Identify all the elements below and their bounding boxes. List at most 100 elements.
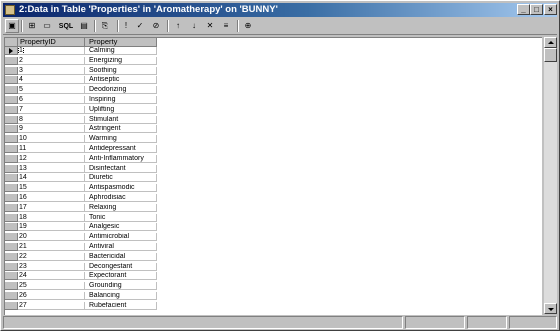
table-row[interactable]: 23 Decongestant xyxy=(5,262,157,271)
row-selector[interactable] xyxy=(5,282,18,291)
cell-property[interactable]: Antidepressant xyxy=(85,145,157,153)
remove-filter-button[interactable]: ⊘ xyxy=(149,19,163,33)
table-row[interactable]: 12 Anti-Inflammatory xyxy=(5,154,157,163)
diagram-pane-button[interactable]: ▤ xyxy=(77,19,91,33)
cell-propertyid[interactable]: 17 xyxy=(18,203,85,212)
sql-pane-button[interactable]: SQL xyxy=(56,19,76,33)
vertical-scrollbar[interactable] xyxy=(544,37,557,314)
row-selector[interactable] xyxy=(5,96,18,104)
table-row[interactable]: 2 Energizing xyxy=(5,56,157,65)
row-selector[interactable] xyxy=(5,301,18,310)
column-header-property[interactable]: Property xyxy=(85,38,157,47)
row-selector[interactable] xyxy=(5,184,18,193)
row-selector[interactable] xyxy=(5,125,18,134)
cell-property[interactable]: Antiseptic xyxy=(85,76,157,85)
row-selector[interactable] xyxy=(5,292,18,300)
cell-propertyid[interactable]: 15 xyxy=(18,184,85,193)
table-row[interactable]: 1 Calming xyxy=(5,47,157,55)
cell-propertyid[interactable]: 19 xyxy=(18,223,85,232)
cell-property[interactable]: Stimulant xyxy=(85,115,157,124)
row-selector[interactable] xyxy=(5,174,18,183)
cell-property[interactable]: Anti-Inflammatory xyxy=(85,154,157,163)
row-selector[interactable] xyxy=(5,262,18,271)
row-selector[interactable] xyxy=(5,86,18,95)
cell-propertyid[interactable]: 27 xyxy=(18,301,85,310)
cell-propertyid[interactable]: 3 xyxy=(18,66,85,75)
table-row[interactable]: 26 Balancing xyxy=(5,292,157,300)
cell-property[interactable]: Calming xyxy=(85,47,157,55)
cell-propertyid[interactable]: 9 xyxy=(18,125,85,134)
cell-property[interactable]: Disinfectant xyxy=(85,164,157,173)
table-row[interactable]: 19 Analgesic xyxy=(5,223,157,232)
sort-descending-button[interactable]: ↓ xyxy=(187,19,201,33)
scroll-down-button[interactable] xyxy=(544,303,557,314)
group-by-button[interactable]: ≡ xyxy=(219,19,233,33)
add-table-button[interactable]: ⊕ xyxy=(241,19,255,33)
cell-propertyid[interactable]: 20 xyxy=(18,233,85,242)
cell-propertyid[interactable]: 8 xyxy=(18,115,85,124)
row-selector[interactable] xyxy=(5,194,18,202)
cell-propertyid[interactable]: 25 xyxy=(18,282,85,291)
sort-ascending-button[interactable]: ↑ xyxy=(171,19,185,33)
table-window-icon[interactable] xyxy=(5,5,15,15)
table-row[interactable]: 16 Aphrodisiac xyxy=(5,194,157,202)
table-row[interactable]: 24 Expectorant xyxy=(5,272,157,281)
table-row[interactable]: 6 Inspiring xyxy=(5,96,157,104)
properties-button[interactable]: ▣ xyxy=(5,19,19,33)
row-selector[interactable] xyxy=(5,164,18,173)
row-selector[interactable] xyxy=(5,145,18,153)
filter-button[interactable]: ✕ xyxy=(203,19,217,33)
row-selector[interactable] xyxy=(5,154,18,163)
table-row[interactable]: 18 Tonic xyxy=(5,213,157,222)
cell-propertyid[interactable]: 10 xyxy=(18,135,85,144)
cell-property[interactable]: Antiviral xyxy=(85,243,157,251)
cell-property[interactable]: Astringent xyxy=(85,125,157,134)
row-selector[interactable] xyxy=(5,135,18,144)
cell-property[interactable]: Uplifting xyxy=(85,105,157,114)
table-row[interactable]: 22 Bactericidal xyxy=(5,252,157,261)
cell-property[interactable]: Grounding xyxy=(85,282,157,291)
run-button[interactable]: ! xyxy=(121,19,131,33)
table-row[interactable]: 4 Antiseptic xyxy=(5,76,157,85)
table-row[interactable]: 8 Stimulant xyxy=(5,115,157,124)
row-selector[interactable] xyxy=(5,56,18,65)
table-row[interactable]: 14 Diuretic xyxy=(5,174,157,183)
cell-property[interactable]: Bactericidal xyxy=(85,252,157,261)
table-row[interactable]: 5 Deodorizing xyxy=(5,86,157,95)
cell-property[interactable]: Decongestant xyxy=(85,262,157,271)
table-row[interactable]: 25 Grounding xyxy=(5,282,157,291)
row-selector[interactable] xyxy=(5,213,18,222)
verify-sql-button[interactable]: ✓ xyxy=(133,19,147,33)
scroll-up-button[interactable] xyxy=(544,37,557,48)
cell-propertyid[interactable]: 14 xyxy=(18,174,85,183)
cell-propertyid[interactable]: 7 xyxy=(18,105,85,114)
cell-propertyid[interactable]: 24 xyxy=(18,272,85,281)
cell-property[interactable]: Warming xyxy=(85,135,157,144)
cell-property[interactable]: Diuretic xyxy=(85,174,157,183)
cell-propertyid[interactable]: 2 xyxy=(18,56,85,65)
row-selector[interactable] xyxy=(5,76,18,85)
row-selector[interactable] xyxy=(5,252,18,261)
title-bar[interactable]: 2:Data in Table 'Properties' in 'Aromath… xyxy=(3,3,557,17)
row-selector[interactable] xyxy=(5,203,18,212)
cell-propertyid[interactable]: 5 xyxy=(18,86,85,95)
row-selector[interactable] xyxy=(5,243,18,251)
cell-propertyid[interactable]: 1 xyxy=(18,47,85,55)
table-row[interactable]: 27 Rubefacient xyxy=(5,301,157,310)
row-selector[interactable] xyxy=(5,115,18,124)
cell-propertyid[interactable]: 11 xyxy=(18,145,85,153)
table-row[interactable]: 10 Warming xyxy=(5,135,157,144)
cell-propertyid[interactable]: 26 xyxy=(18,292,85,300)
cell-property[interactable]: Antimicrobial xyxy=(85,233,157,242)
cell-propertyid[interactable]: 22 xyxy=(18,252,85,261)
cell-propertyid[interactable]: 13 xyxy=(18,164,85,173)
change-type-button[interactable]: ⎘ xyxy=(98,19,112,33)
table-row[interactable]: 20 Antimicrobial xyxy=(5,233,157,242)
close-button[interactable]: × xyxy=(544,4,557,15)
table-row[interactable]: 21 Antiviral xyxy=(5,243,157,251)
row-selector[interactable] xyxy=(5,223,18,232)
row-selector[interactable] xyxy=(5,47,18,55)
scroll-thumb[interactable] xyxy=(544,48,557,62)
cell-property[interactable]: Relaxing xyxy=(85,203,157,212)
cell-property[interactable]: Soothing xyxy=(85,66,157,75)
